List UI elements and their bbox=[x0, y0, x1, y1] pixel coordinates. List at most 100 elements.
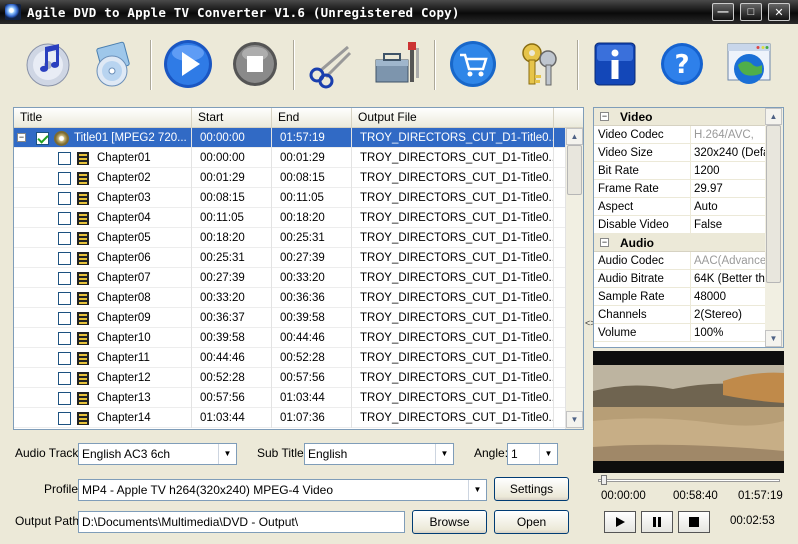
property-value[interactable]: False bbox=[691, 216, 765, 233]
open-button[interactable]: Open bbox=[494, 510, 569, 534]
profile-select[interactable]: MP4 - Apple TV h264(320x240) MPEG-4 Vide… bbox=[78, 479, 487, 501]
output-path-field[interactable]: D:\Documents\Multimedia\DVD - Output\ bbox=[78, 511, 405, 533]
buy-button[interactable] bbox=[445, 36, 501, 92]
help-button[interactable]: ? bbox=[654, 36, 710, 92]
collapse-icon[interactable]: − bbox=[600, 112, 609, 121]
property-row[interactable]: Channels 2(Stereo) bbox=[594, 306, 783, 324]
settings-button[interactable]: Settings bbox=[494, 477, 569, 501]
table-row[interactable]: Chapter01 00:00:00 00:01:29 TROY_DIRECTORS_… bbox=[14, 148, 565, 168]
property-row[interactable]: Disable Video False bbox=[594, 216, 783, 234]
table-row[interactable]: Chapter02 00:01:29 00:08:15 TROY_DIRECTORS_… bbox=[14, 168, 565, 188]
chevron-down-icon[interactable]: ▼ bbox=[435, 444, 453, 464]
row-checkbox[interactable] bbox=[58, 332, 71, 345]
collapse-icon[interactable]: − bbox=[600, 238, 609, 247]
stop-button[interactable] bbox=[227, 36, 283, 92]
convert-play-button[interactable] bbox=[160, 36, 216, 92]
column-header-title[interactable]: Title bbox=[14, 108, 192, 128]
scroll-up-button[interactable]: ▲ bbox=[566, 128, 583, 145]
property-group-video[interactable]: − Video bbox=[594, 108, 783, 126]
table-row[interactable]: Chapter08 00:33:20 00:36:36 TROY_DIRECTORS_… bbox=[14, 288, 565, 308]
properties-scrollbar[interactable]: ▲ ▼ bbox=[765, 108, 783, 347]
property-row[interactable]: Audio Codec AAC(Advance bbox=[594, 252, 783, 270]
column-header-output[interactable]: Output File bbox=[352, 108, 554, 128]
load-disc-button[interactable] bbox=[84, 36, 140, 92]
property-value[interactable]: 1200 bbox=[691, 162, 765, 179]
collapse-icon[interactable]: − bbox=[17, 133, 26, 142]
property-row[interactable]: Aspect Auto bbox=[594, 198, 783, 216]
property-value[interactable]: AAC(Advance bbox=[691, 252, 765, 269]
property-value[interactable]: Auto bbox=[691, 198, 765, 215]
row-checkbox[interactable] bbox=[58, 272, 71, 285]
property-row[interactable]: Sample Rate 48000 bbox=[594, 288, 783, 306]
property-row[interactable]: Video Codec H.264/AVC, bbox=[594, 126, 783, 144]
preview-stop-button[interactable] bbox=[678, 511, 710, 533]
about-button[interactable] bbox=[587, 36, 643, 92]
table-row[interactable]: Chapter11 00:44:46 00:52:28 TROY_DIRECTORS_… bbox=[14, 348, 565, 368]
row-checkbox[interactable] bbox=[58, 352, 71, 365]
seek-track[interactable] bbox=[598, 479, 780, 482]
row-checkbox[interactable] bbox=[58, 372, 71, 385]
preview-pause-button[interactable] bbox=[641, 511, 673, 533]
property-row[interactable]: Audio Bitrate 64K (Better tha bbox=[594, 270, 783, 288]
subtitle-select[interactable]: English ▼ bbox=[304, 443, 454, 465]
scroll-thumb[interactable] bbox=[567, 145, 582, 195]
table-row[interactable]: Chapter12 00:52:28 00:57:56 TROY_DIRECTORS_… bbox=[14, 368, 565, 388]
table-row[interactable]: Chapter03 00:08:15 00:11:05 TROY_DIRECTORS_… bbox=[14, 188, 565, 208]
table-row[interactable]: Chapter04 00:11:05 00:18:20 TROY_DIRECTORS_… bbox=[14, 208, 565, 228]
property-value[interactable]: 64K (Better tha bbox=[691, 270, 765, 287]
itunes-button[interactable] bbox=[20, 36, 76, 92]
property-row[interactable]: Bit Rate 1200 bbox=[594, 162, 783, 180]
table-row[interactable]: Chapter10 00:39:58 00:44:46 TROY_DIRECTORS_… bbox=[14, 328, 565, 348]
browse-button[interactable]: Browse bbox=[412, 510, 487, 534]
table-row[interactable]: Chapter07 00:27:39 00:33:20 TROY_DIRECTORS_… bbox=[14, 268, 565, 288]
table-row[interactable]: Chapter14 01:03:44 01:07:36 TROY_DIRECTORS_… bbox=[14, 408, 565, 428]
audio-track-select[interactable]: English AC3 6ch ▼ bbox=[78, 443, 237, 465]
table-row[interactable]: Chapter06 00:25:31 00:27:39 TROY_DIRECTORS_… bbox=[14, 248, 565, 268]
property-row[interactable]: Volume 100% bbox=[594, 324, 783, 342]
property-value[interactable]: 2(Stereo) bbox=[691, 306, 765, 323]
property-row[interactable]: Video Size 320x240 (Defa bbox=[594, 144, 783, 162]
property-value[interactable]: 100% bbox=[691, 324, 765, 341]
property-value[interactable]: 320x240 (Defa bbox=[691, 144, 765, 161]
register-button[interactable] bbox=[512, 36, 568, 92]
row-checkbox[interactable] bbox=[58, 232, 71, 245]
chevron-down-icon[interactable]: ▼ bbox=[539, 444, 557, 464]
scroll-down-button[interactable]: ▼ bbox=[765, 330, 782, 347]
row-checkbox[interactable] bbox=[58, 412, 71, 425]
row-checkbox[interactable] bbox=[58, 192, 71, 205]
maximize-button[interactable]: □ bbox=[740, 3, 762, 21]
list-scrollbar[interactable]: ▲ ▼ bbox=[565, 128, 583, 429]
seek-slider[interactable] bbox=[598, 475, 780, 485]
scroll-thumb[interactable] bbox=[766, 125, 781, 283]
website-button[interactable] bbox=[721, 36, 777, 92]
row-checkbox[interactable] bbox=[58, 252, 71, 265]
row-checkbox[interactable] bbox=[36, 132, 49, 145]
scroll-down-button[interactable]: ▼ bbox=[566, 411, 583, 428]
table-row[interactable]: Chapter05 00:18:20 00:25:31 TROY_DIRECTORS_… bbox=[14, 228, 565, 248]
column-header-end[interactable]: End bbox=[272, 108, 352, 128]
chevron-down-icon[interactable]: ▼ bbox=[218, 444, 236, 464]
table-row[interactable]: Chapter13 00:57:56 01:03:44 TROY_DIRECTORS_… bbox=[14, 388, 565, 408]
column-header-start[interactable]: Start bbox=[192, 108, 272, 128]
row-checkbox[interactable] bbox=[58, 392, 71, 405]
chevron-down-icon[interactable]: ▼ bbox=[468, 480, 486, 500]
property-value[interactable]: 48000 bbox=[691, 288, 765, 305]
minimize-button[interactable]: — bbox=[712, 3, 734, 21]
settings-tools-button[interactable] bbox=[368, 36, 424, 92]
property-row[interactable]: Frame Rate 29.97 bbox=[594, 180, 783, 198]
clip-button[interactable] bbox=[303, 36, 359, 92]
property-group-audio[interactable]: − Audio bbox=[594, 234, 783, 252]
seek-handle[interactable] bbox=[601, 475, 607, 485]
property-value[interactable]: 29.97 bbox=[691, 180, 765, 197]
close-button[interactable]: ✕ bbox=[768, 3, 790, 21]
scroll-up-button[interactable]: ▲ bbox=[765, 108, 782, 125]
row-checkbox[interactable] bbox=[58, 292, 71, 305]
row-checkbox[interactable] bbox=[58, 172, 71, 185]
table-row[interactable]: − Title01 [MPEG2 720... 00:00:00 01:57:19 TR… bbox=[14, 128, 565, 148]
angle-select[interactable]: 1 ▼ bbox=[507, 443, 558, 465]
row-checkbox[interactable] bbox=[58, 312, 71, 325]
table-row[interactable]: Chapter09 00:36:37 00:39:58 TROY_DIRECTORS_… bbox=[14, 308, 565, 328]
row-checkbox[interactable] bbox=[58, 212, 71, 225]
row-checkbox[interactable] bbox=[58, 152, 71, 165]
property-value[interactable]: H.264/AVC, bbox=[691, 126, 765, 143]
